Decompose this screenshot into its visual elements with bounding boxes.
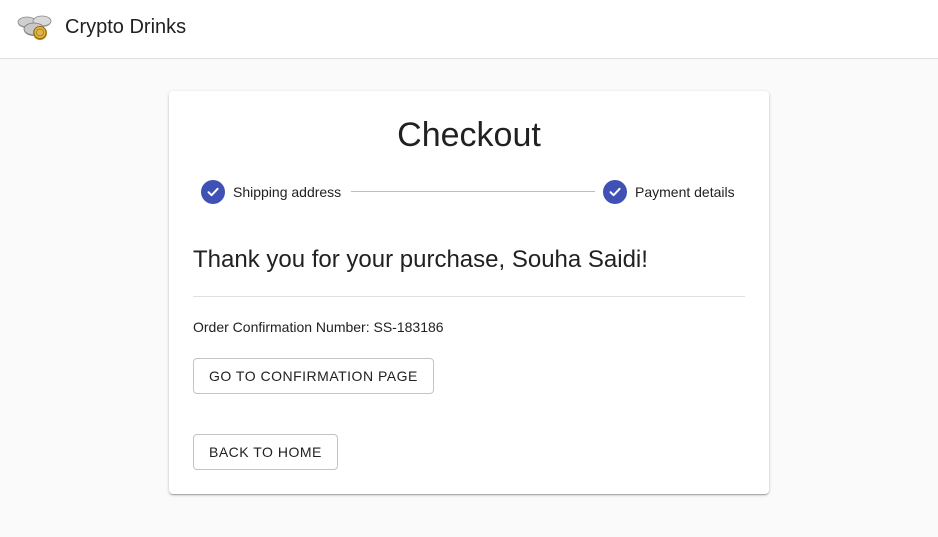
- step-shipping-address: Shipping address: [201, 180, 341, 204]
- check-circle-icon: [201, 180, 225, 204]
- step-payment-details: Payment details: [603, 180, 735, 204]
- checkout-title: Checkout: [397, 116, 541, 154]
- app-bar: Crypto Drinks: [0, 0, 938, 59]
- coins-logo-icon[interactable]: [16, 13, 56, 43]
- check-circle-icon: [603, 180, 627, 204]
- step-label: Shipping address: [233, 184, 342, 200]
- order-confirmation-number: Order Confirmation Number: SS-183186: [193, 319, 444, 335]
- step-connector: [351, 191, 595, 192]
- divider: [193, 296, 745, 297]
- app-title[interactable]: Crypto Drinks: [65, 15, 186, 39]
- back-to-home-button[interactable]: Back to home: [193, 434, 338, 470]
- go-to-confirmation-button[interactable]: Go to confirmation page: [193, 358, 434, 394]
- thank-you-message: Thank you for your purchase, Souha Saidi…: [193, 246, 648, 273]
- step-label: Payment details: [635, 184, 735, 200]
- checkout-card: Checkout Shipping address Payment detail…: [169, 91, 769, 494]
